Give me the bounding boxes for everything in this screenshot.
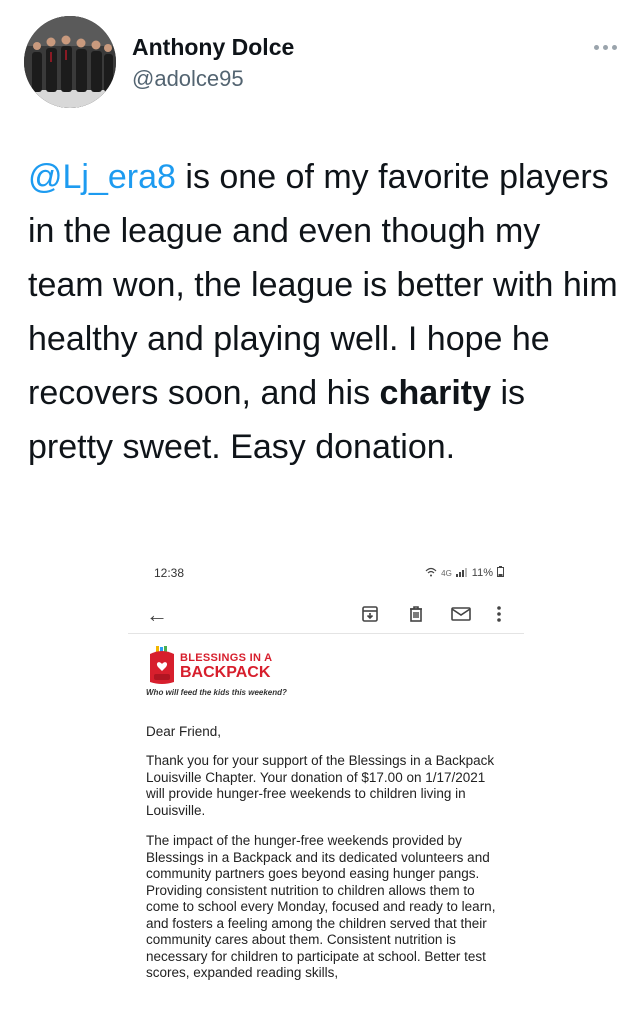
logo-line1: BLESSINGS IN A	[180, 652, 273, 664]
email-greeting: Dear Friend,	[146, 724, 222, 739]
battery-level: 11%	[471, 567, 493, 579]
status-bar: 12:38 4G 11%	[128, 556, 524, 592]
backpack-icon	[146, 646, 178, 691]
author-handle[interactable]: @adolce95	[132, 66, 244, 92]
author-name[interactable]: Anthony Dolce	[132, 34, 294, 61]
status-indicators: 4G 11%	[425, 566, 504, 580]
attached-screenshot[interactable]: 12:38 4G 11% ← BLESSINGS IN A BACKPACK W…	[128, 556, 524, 1024]
email-body: BLESSINGS IN A BACKPACK Who will feed th…	[146, 646, 506, 982]
signal-icon	[455, 567, 468, 580]
tweet-header: Anthony Dolce @adolce95	[24, 16, 624, 108]
trash-icon[interactable]	[406, 604, 426, 624]
archive-icon[interactable]	[360, 604, 380, 624]
back-arrow-icon[interactable]: ←	[146, 602, 168, 628]
email-paragraph-2: The impact of the hunger-free weekends p…	[146, 833, 496, 980]
logo-line2: BACKPACK	[180, 664, 271, 681]
tweet-text-part1: is one of my favorite players in the lea…	[28, 158, 618, 412]
tweet-text: @Lj_era8 is one of my favorite players i…	[28, 150, 618, 474]
network-label: 4G	[441, 568, 452, 578]
more-horizontal-icon[interactable]	[594, 40, 624, 54]
status-time: 12:38	[154, 566, 185, 580]
battery-icon	[497, 566, 504, 580]
avatar[interactable]	[24, 16, 116, 108]
email-toolbar: ←	[128, 594, 524, 634]
mail-icon[interactable]	[450, 604, 471, 624]
email-paragraph-1: Thank you for your support of the Blessi…	[146, 753, 495, 818]
more-vertical-icon[interactable]	[496, 604, 516, 624]
wifi-icon	[425, 567, 437, 580]
mention-link[interactable]: @Lj_era8	[28, 158, 176, 196]
tweet-text-bold: charity	[379, 374, 492, 412]
blessings-logo: BLESSINGS IN A BACKPACK Who will feed th…	[146, 646, 296, 702]
logo-tagline: Who will feed the kids this weekend?	[146, 688, 287, 697]
